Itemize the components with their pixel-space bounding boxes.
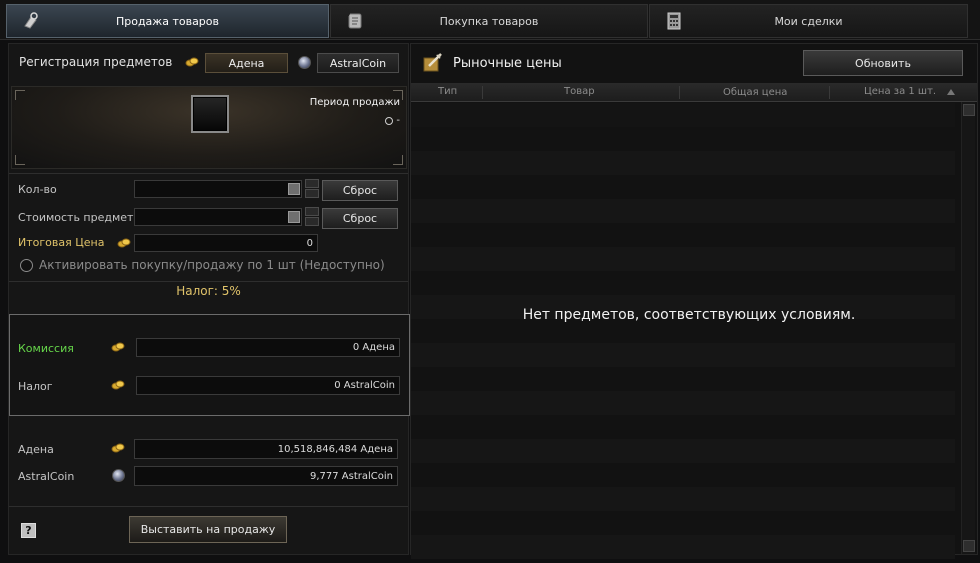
astral-balance-value: 9,777 AstralCoin <box>134 466 398 486</box>
quantity-label: Кол-во <box>18 183 57 196</box>
market-table-header: Тип Товар Общая цена Цена за 1 шт. <box>411 83 977 102</box>
adena-coin-icon <box>117 238 131 248</box>
scroll-down-icon[interactable] <box>963 540 975 552</box>
refresh-button[interactable]: Обновить <box>803 50 963 76</box>
calculator-icon <box>667 12 681 30</box>
sale-period-value: - <box>385 115 400 126</box>
tab-sell-items[interactable]: Продажа товаров <box>6 4 329 38</box>
calculator-icon[interactable] <box>288 211 300 223</box>
commission-value: 0 Адена <box>136 338 400 357</box>
list-stripe <box>411 343 955 367</box>
sale-period-label: Период продажи <box>309 97 400 108</box>
scroll-icon <box>348 13 362 29</box>
clock-icon <box>385 116 394 125</box>
tab-buy-items[interactable]: Покупка товаров <box>330 4 648 38</box>
price-reset-button[interactable]: Сброс <box>322 208 398 229</box>
calculator-icon[interactable] <box>288 183 300 195</box>
adena-balance-value: 10,518,846,484 Адена <box>134 439 398 459</box>
adena-balance-label: Адена <box>18 443 54 456</box>
price-stepper[interactable] <box>305 207 319 227</box>
price-label: Стоимость предмета <box>18 211 141 224</box>
frame-corner <box>15 155 25 165</box>
quill-icon <box>423 53 442 72</box>
currency-adena-button[interactable]: Адена <box>205 53 288 73</box>
adena-coin-icon <box>185 57 199 67</box>
astral-balance-label: AstralCoin <box>18 470 75 483</box>
adena-coin-icon <box>111 443 125 453</box>
frame-corner <box>15 90 25 100</box>
list-stripe <box>411 247 955 271</box>
list-stripe <box>411 391 955 415</box>
astral-coin-icon <box>112 469 125 482</box>
column-total-price[interactable]: Общая цена <box>723 87 787 98</box>
column-divider <box>482 86 483 99</box>
item-slot-banner: Период продажи - <box>11 86 407 169</box>
list-stripe <box>411 439 955 463</box>
market-list-scrollbar[interactable] <box>961 102 975 554</box>
tab-my-deals[interactable]: Мои сделки <box>649 4 968 38</box>
scroll-up-icon[interactable] <box>963 104 975 116</box>
help-button[interactable]: ? <box>21 523 36 538</box>
step-up-icon[interactable] <box>305 207 319 216</box>
adena-coin-icon <box>111 342 125 352</box>
single-unit-label: Активировать покупку/продажу по 1 шт (Не… <box>39 258 385 272</box>
market-prices-panel: Рыночные цены Обновить Тип Товар Общая ц… <box>410 43 978 559</box>
single-unit-radio[interactable] <box>20 259 33 272</box>
list-stripe <box>411 103 955 127</box>
list-stripe <box>411 199 955 223</box>
quantity-stepper[interactable] <box>305 179 319 199</box>
commission-label: Комиссия <box>18 342 74 355</box>
fee-tax-value: 0 AstralCoin <box>136 376 400 395</box>
price-input[interactable] <box>134 208 302 226</box>
sell-bag-icon <box>24 12 38 29</box>
step-up-icon[interactable] <box>305 179 319 188</box>
total-price-value: 0 <box>134 234 318 252</box>
market-item-list <box>411 103 955 559</box>
item-slot[interactable] <box>191 95 229 133</box>
list-stripe <box>411 487 955 511</box>
tab-sell-label: Продажа товаров <box>115 14 220 28</box>
adena-coin-icon <box>111 380 125 390</box>
tax-rate-text: Налог: 5% <box>176 284 241 298</box>
registration-title: Регистрация предметов <box>19 55 173 69</box>
column-type[interactable]: Тип <box>438 86 457 97</box>
market-prices-title: Рыночные цены <box>453 56 562 71</box>
quantity-input[interactable] <box>134 180 302 198</box>
column-item[interactable]: Товар <box>564 86 595 97</box>
tab-buy-label: Покупка товаров <box>439 14 539 28</box>
registration-header: Регистрация предметов Адена AstralCoin <box>9 44 408 80</box>
divider <box>9 173 408 174</box>
column-divider <box>829 86 830 99</box>
list-stripe <box>411 151 955 175</box>
column-unit-price[interactable]: Цена за 1 шт. <box>864 86 936 97</box>
sort-up-icon[interactable] <box>947 89 955 95</box>
currency-astral-button[interactable]: AstralCoin <box>317 53 399 73</box>
empty-list-message: Нет предметов, соответствующих условиям. <box>522 307 856 323</box>
tab-deals-label: Мои сделки <box>774 14 843 28</box>
top-tab-bar: Продажа товаров Покупка товаров Мои сдел… <box>0 0 980 40</box>
divider <box>9 281 408 282</box>
total-price-label: Итоговая Цена <box>18 236 105 249</box>
list-stripe <box>411 535 955 559</box>
list-for-sale-button[interactable]: Выставить на продажу <box>129 516 287 543</box>
frame-corner <box>393 155 403 165</box>
step-down-icon[interactable] <box>305 189 319 198</box>
fee-tax-label: Налог <box>18 380 53 393</box>
item-registration-panel: Регистрация предметов Адена AstralCoin П… <box>8 43 410 555</box>
divider <box>9 506 408 507</box>
step-down-icon[interactable] <box>305 217 319 226</box>
fee-summary-box: Комиссия 0 Адена Налог 0 AstralCoin <box>9 314 410 416</box>
sale-period-text: - <box>396 115 400 126</box>
column-divider <box>679 86 680 99</box>
quantity-reset-button[interactable]: Сброс <box>322 180 398 201</box>
astral-coin-icon <box>298 56 311 69</box>
